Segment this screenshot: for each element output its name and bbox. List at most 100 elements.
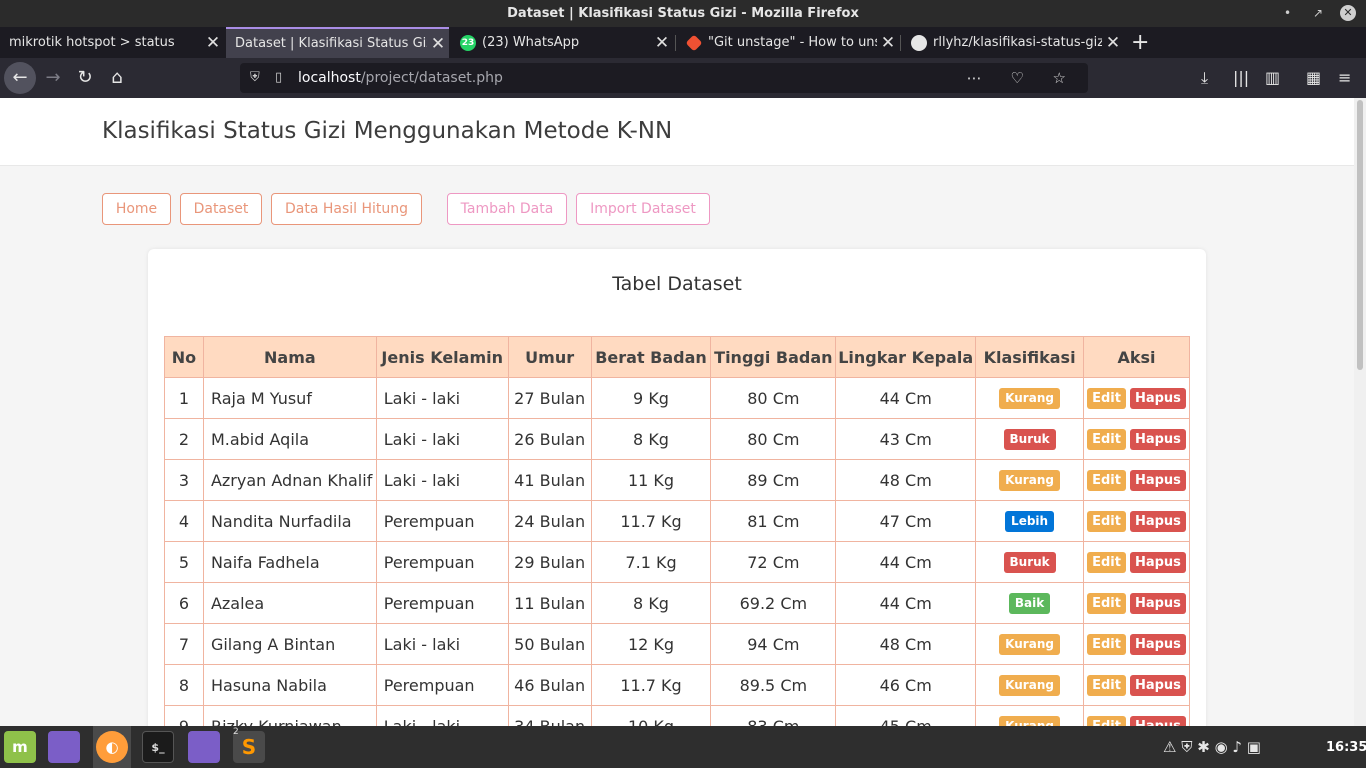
firefox-icon[interactable]: ◐ [96, 731, 128, 763]
tambah-data-button[interactable]: Tambah Data [447, 193, 567, 225]
tab-close-icon[interactable]: ✕ [427, 34, 449, 54]
page-scrollbar[interactable] [1354, 98, 1366, 726]
edit-button[interactable]: Edit [1087, 675, 1126, 696]
tab-separator [900, 35, 901, 51]
table-body: 1 Raja M Yusuf Laki - laki 27 Bulan 9 Kg 80 C… [164, 377, 1190, 726]
import-dataset-button[interactable]: Import Dataset [576, 193, 710, 225]
cell-klasifikasi: Kurang [975, 377, 1085, 419]
tab-mikrotik[interactable]: mikrotik hotspot > status ✕ [0, 27, 224, 58]
hapus-button[interactable]: Hapus [1129, 470, 1186, 491]
cell-klasifikasi: Buruk [975, 418, 1085, 460]
cell-jenis-kelamin: Perempuan [375, 664, 509, 706]
cell-klasifikasi: Lebih [975, 500, 1085, 542]
header-nama: Nama [202, 336, 377, 378]
scrollbar-thumb[interactable] [1357, 100, 1363, 370]
download-icon[interactable]: ⤓ [1201, 58, 1208, 98]
tab-close-icon[interactable]: ✕ [202, 33, 224, 53]
url-bar[interactable]: ⛨ ▯ localhost/project/dataset.php ⋯ ♡ ☆ [240, 63, 1088, 93]
status-badge: Kurang [999, 675, 1060, 696]
sidebar-icon[interactable]: ▥ [1265, 58, 1280, 98]
extensions-icon[interactable]: ▦ [1306, 58, 1321, 98]
cell-umur: 46 Bulan [507, 664, 592, 706]
cell-aksi: EditHapus [1083, 541, 1190, 583]
edit-button[interactable]: Edit [1087, 470, 1126, 491]
dataset-table: No Nama Jenis Kelamin Umur Berat Badan T… [164, 336, 1190, 726]
clock[interactable]: 16:35 [1326, 726, 1366, 768]
hapus-button[interactable]: Hapus [1129, 552, 1186, 573]
hapus-button[interactable]: Hapus [1129, 511, 1186, 532]
table-row: 9 Rizky Kurniawan Laki - laki 34 Bulan 10 Kg… [164, 705, 1190, 726]
menu-icon[interactable]: ≡ [1338, 58, 1351, 98]
window-titlebar: Dataset | Klasifikasi Status Gizi - Mozi… [0, 0, 1366, 27]
forward-icon[interactable]: → [37, 62, 69, 94]
hapus-button[interactable]: Hapus [1129, 593, 1186, 614]
tab-label: (23) WhatsApp [482, 35, 580, 50]
header-berat-badan: Berat Badan [590, 336, 712, 378]
tab-github[interactable]: rllyhz/klasifikasi-status-gizi ✕ [902, 27, 1124, 58]
cell-nama: Rizky Kurniawan [202, 705, 377, 726]
hapus-button[interactable]: Hapus [1129, 675, 1186, 696]
cell-nama: Azryan Adnan Khalif [202, 459, 377, 501]
table-row: 5 Naifa Fadhela Perempuan 29 Bulan 7.1 Kg 72 … [164, 541, 1190, 583]
data-hasil-hitung-button[interactable]: Data Hasil Hitung [271, 193, 422, 225]
home-icon[interactable]: ⌂ [101, 62, 133, 94]
folder-icon[interactable] [48, 731, 80, 763]
window-title: Dataset | Klasifikasi Status Gizi - Mozi… [507, 6, 859, 21]
edit-button[interactable]: Edit [1087, 593, 1126, 614]
cell-no: 2 [164, 418, 204, 460]
edit-button[interactable]: Edit [1087, 634, 1126, 655]
cell-umur: 24 Bulan [507, 500, 592, 542]
cell-berat-badan: 11 Kg [590, 459, 712, 501]
terminal-icon[interactable]: $_ [142, 731, 174, 763]
edit-button[interactable]: Edit [1087, 552, 1126, 573]
dataset-button[interactable]: Dataset [180, 193, 262, 225]
edit-button[interactable]: Edit [1087, 511, 1126, 532]
tab-whatsapp[interactable]: 23 (23) WhatsApp ✕ [451, 27, 673, 58]
hapus-button[interactable]: Hapus [1129, 634, 1186, 655]
page-info-icon[interactable]: ▯ [275, 63, 282, 93]
system-tray-icons[interactable]: ⚠ ⛨ ✱ ◉ ♪ ▣ [1163, 726, 1261, 768]
cell-jenis-kelamin: Perempuan [375, 582, 509, 624]
status-badge: Kurang [999, 716, 1060, 726]
cell-aksi: EditHapus [1083, 623, 1190, 665]
hapus-button[interactable]: Hapus [1129, 716, 1186, 726]
shield-icon[interactable]: ⛨ [250, 63, 260, 93]
tab-dataset[interactable]: Dataset | Klasifikasi Status Gizi ✕ [226, 27, 449, 58]
edit-button[interactable]: Edit [1087, 429, 1126, 450]
maximize-icon[interactable]: ↗ [1313, 0, 1323, 27]
hapus-button[interactable]: Hapus [1129, 429, 1186, 450]
cell-tinggi-badan: 80 Cm [710, 418, 837, 460]
cell-aksi: EditHapus [1083, 705, 1190, 726]
tab-close-icon[interactable]: ✕ [877, 33, 899, 53]
reload-icon[interactable]: ↻ [69, 62, 101, 94]
minimize-icon[interactable]: • [1284, 0, 1291, 27]
cell-jenis-kelamin: Laki - laki [375, 377, 509, 419]
cell-berat-badan: 7.1 Kg [590, 541, 712, 583]
window-close-icon[interactable]: ✕ [1340, 5, 1356, 21]
table-row: 3 Azryan Adnan Khalif Laki - laki 41 Bulan 1… [164, 459, 1190, 501]
mint-menu-icon[interactable]: m [4, 731, 36, 763]
back-icon[interactable]: ← [4, 62, 36, 94]
edit-button[interactable]: Edit [1087, 716, 1126, 726]
cell-no: 7 [164, 623, 204, 665]
cell-no: 6 [164, 582, 204, 624]
cell-jenis-kelamin: Laki - laki [375, 623, 509, 665]
library-icon[interactable]: ||| [1233, 58, 1249, 98]
tab-close-icon[interactable]: ✕ [1102, 33, 1124, 53]
url-action-icons[interactable]: ⋯ ♡ ☆ [967, 63, 1078, 93]
new-tab-icon[interactable]: + [1131, 27, 1149, 58]
taskbar: m ◐ $_ S 2 ⚠ ⛨ ✱ ◉ ♪ ▣ 16:35 [0, 726, 1366, 768]
dataset-card: Tabel Dataset No Nama Jenis Kelamin Umur… [148, 249, 1206, 726]
header-tinggi-badan: Tinggi Badan [710, 336, 837, 378]
tab-close-icon[interactable]: ✕ [651, 33, 673, 53]
cell-nama: Raja M Yusuf [202, 377, 377, 419]
home-button[interactable]: Home [102, 193, 171, 225]
hapus-button[interactable]: Hapus [1129, 388, 1186, 409]
tab-git-unstage[interactable]: "Git unstage" - How to unst ✕ [677, 27, 899, 58]
page-content: Klasifikasi Status Gizi Menggunakan Meto… [0, 98, 1354, 726]
cell-lingkar-kepala: 46 Cm [835, 664, 977, 706]
cell-lingkar-kepala: 48 Cm [835, 623, 977, 665]
folder-icon[interactable] [188, 731, 220, 763]
cell-nama: Gilang A Bintan [202, 623, 377, 665]
edit-button[interactable]: Edit [1087, 388, 1126, 409]
